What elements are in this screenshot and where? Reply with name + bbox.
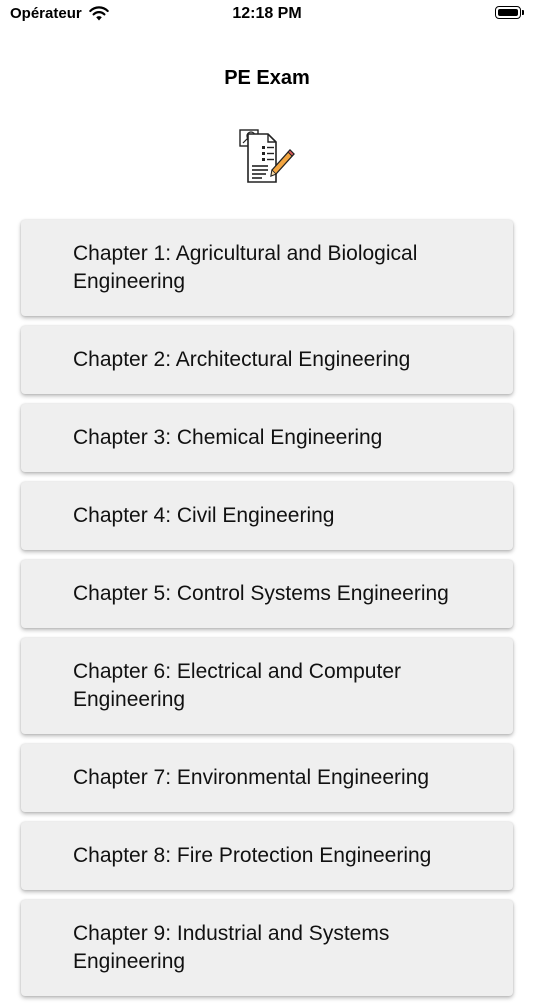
chapter-button-7[interactable]: Chapter 7: Environmental Engineering (21, 744, 513, 812)
exam-document-icon (239, 129, 295, 183)
chapter-button-6[interactable]: Chapter 6: Electrical and Computer Engin… (21, 638, 513, 734)
chapter-label: Chapter 2: Architectural Engineering (73, 348, 411, 371)
chapter-button-1[interactable]: Chapter 1: Agricultural and Biological E… (21, 220, 513, 316)
chapter-label: Chapter 6: Electrical and Computer Engin… (73, 660, 401, 711)
page-title: PE Exam (224, 67, 310, 89)
chapter-label: Chapter 1: Agricultural and Biological E… (73, 242, 418, 293)
chapter-label: Chapter 9: Industrial and Systems Engine… (73, 922, 390, 973)
chapter-button-5[interactable]: Chapter 5: Control Systems Engineering (21, 560, 513, 628)
chapter-button-9[interactable]: Chapter 9: Industrial and Systems Engine… (21, 900, 513, 996)
battery-icon (495, 6, 524, 19)
chapter-label: Chapter 7: Environmental Engineering (73, 766, 430, 789)
chapter-list: Chapter 1: Agricultural and Biological E… (21, 220, 513, 1006)
chapter-button-4[interactable]: Chapter 4: Civil Engineering (21, 482, 513, 550)
chapter-button-2[interactable]: Chapter 2: Architectural Engineering (21, 326, 513, 394)
chapter-label: Chapter 4: Civil Engineering (73, 504, 335, 527)
status-bar: Opérateur 12:18 PM (0, 0, 534, 30)
chapter-label: Chapter 3: Chemical Engineering (73, 426, 383, 449)
chapter-label: Chapter 5: Control Systems Engineering (73, 582, 449, 605)
chapter-button-8[interactable]: Chapter 8: Fire Protection Engineering (21, 822, 513, 890)
chapter-label: Chapter 8: Fire Protection Engineering (73, 844, 432, 867)
status-time: 12:18 PM (232, 5, 302, 22)
chapter-button-3[interactable]: Chapter 3: Chemical Engineering (21, 404, 513, 472)
